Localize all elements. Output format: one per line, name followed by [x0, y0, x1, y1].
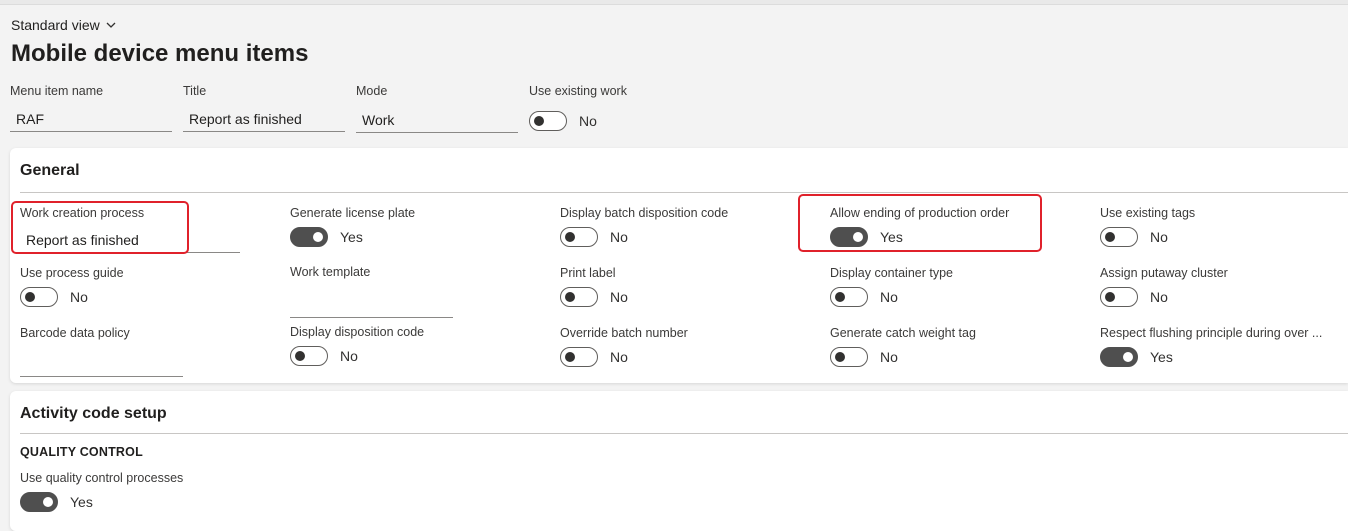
barcode-data-policy-input[interactable]: [20, 353, 183, 377]
print-label-toggle[interactable]: [560, 287, 598, 307]
display-disposition-code-toggle[interactable]: [290, 346, 328, 366]
mode-field: Mode Work: [356, 84, 518, 133]
assign-putaway-cluster-label: Assign putaway cluster: [1100, 266, 1228, 280]
display-disposition-code-value: No: [340, 348, 358, 364]
view-selector[interactable]: Standard view: [11, 17, 117, 33]
override-batch-number-value: No: [610, 349, 628, 365]
display-batch-disposition-code-field: Display batch disposition code No: [560, 206, 810, 247]
title-label: Title: [183, 84, 207, 98]
display-container-type-toggle[interactable]: [830, 287, 868, 307]
general-card: General Work creation process Report as …: [10, 148, 1348, 383]
generate-license-plate-label: Generate license plate: [290, 206, 416, 220]
divider: [20, 192, 1348, 193]
use-quality-control-field: Use quality control processes Yes: [20, 471, 270, 512]
work-template-field: Work template: [290, 265, 453, 318]
toggle-knob: [25, 291, 35, 302]
use-process-guide-field: Use process guide No: [20, 266, 270, 307]
activity-card-title: Activity code setup: [20, 405, 167, 422]
use-process-guide-toggle[interactable]: [20, 287, 58, 307]
view-selector-label: Standard view: [11, 17, 100, 33]
respect-flushing-principle-toggle[interactable]: [1100, 347, 1138, 367]
use-existing-tags-field: Use existing tags No: [1100, 206, 1340, 247]
display-disposition-code-label: Display disposition code: [290, 325, 425, 339]
work-template-input[interactable]: [290, 294, 453, 318]
generate-catch-weight-tag-toggle[interactable]: [830, 347, 868, 367]
highlight-allow-ending-production-order: [798, 194, 1042, 252]
toggle-knob: [1123, 351, 1133, 362]
toggle-knob: [835, 291, 845, 302]
quality-control-heading: QUALITY CONTROL: [20, 445, 143, 459]
toggle-knob: [1105, 231, 1115, 242]
toggle-knob: [565, 231, 575, 242]
top-bar: [0, 0, 1348, 5]
menu-item-name-input[interactable]: RAF: [10, 108, 172, 132]
display-container-type-field: Display container type No: [830, 266, 1080, 307]
override-batch-number-label: Override batch number: [560, 326, 688, 340]
use-existing-tags-value: No: [1150, 229, 1168, 245]
page-title: Mobile device menu items: [11, 40, 309, 67]
toggle-knob: [835, 351, 845, 362]
generate-license-plate-toggle[interactable]: [290, 227, 328, 247]
use-quality-control-toggle[interactable]: [20, 492, 58, 512]
use-existing-tags-label: Use existing tags: [1100, 206, 1196, 220]
display-batch-disposition-code-toggle[interactable]: [560, 227, 598, 247]
title-field: Title Report as finished: [183, 84, 345, 132]
override-batch-number-toggle[interactable]: [560, 347, 598, 367]
work-template-label: Work template: [290, 265, 371, 279]
use-existing-work-label: Use existing work: [529, 84, 627, 98]
general-card-title: General: [20, 162, 80, 179]
assign-putaway-cluster-field: Assign putaway cluster No: [1100, 266, 1340, 307]
respect-flushing-principle-value: Yes: [1150, 349, 1173, 365]
toggle-knob: [565, 351, 575, 362]
mode-select[interactable]: Work: [356, 109, 518, 133]
assign-putaway-cluster-value: No: [1150, 289, 1168, 305]
mode-label: Mode: [356, 84, 388, 98]
use-existing-work-field: Use existing work No: [529, 84, 689, 131]
divider: [20, 433, 1348, 434]
toggle-knob: [313, 231, 323, 242]
override-batch-number-field: Override batch number No: [560, 326, 810, 367]
use-process-guide-label: Use process guide: [20, 266, 124, 280]
toggle-knob: [534, 115, 544, 126]
print-label-field: Print label No: [560, 266, 810, 307]
print-label-value: No: [610, 289, 628, 305]
chevron-down-icon: [106, 22, 116, 28]
menu-item-name-field: Menu item name RAF: [10, 84, 172, 132]
activity-code-setup-card: Activity code setup QUALITY CONTROL Use …: [10, 391, 1348, 531]
generate-catch-weight-tag-value: No: [880, 349, 898, 365]
display-container-type-label: Display container type: [830, 266, 953, 280]
display-container-type-value: No: [880, 289, 898, 305]
toggle-knob: [295, 350, 305, 361]
use-existing-work-toggle[interactable]: [529, 111, 567, 131]
barcode-data-policy-field: Barcode data policy: [20, 326, 183, 377]
generate-catch-weight-tag-field: Generate catch weight tag No: [830, 326, 1080, 367]
print-label-label: Print label: [560, 266, 616, 280]
menu-item-name-label: Menu item name: [10, 84, 104, 98]
generate-catch-weight-tag-label: Generate catch weight tag: [830, 326, 976, 340]
use-existing-work-value: No: [579, 113, 597, 129]
highlight-work-creation-process: [11, 201, 189, 254]
display-batch-disposition-code-value: No: [610, 229, 628, 245]
use-existing-tags-toggle[interactable]: [1100, 227, 1138, 247]
toggle-knob: [1105, 291, 1115, 302]
toggle-knob: [565, 291, 575, 302]
assign-putaway-cluster-toggle[interactable]: [1100, 287, 1138, 307]
use-quality-control-label: Use quality control processes: [20, 471, 184, 485]
barcode-data-policy-label: Barcode data policy: [20, 326, 130, 340]
display-batch-disposition-code-label: Display batch disposition code: [560, 206, 729, 220]
respect-flushing-principle-field: Respect flushing principle during over .…: [1100, 326, 1340, 367]
use-quality-control-value: Yes: [70, 494, 93, 510]
title-input[interactable]: Report as finished: [183, 108, 345, 132]
respect-flushing-principle-label: Respect flushing principle during over .…: [1100, 326, 1323, 340]
use-process-guide-value: No: [70, 289, 88, 305]
toggle-knob: [43, 496, 53, 507]
generate-license-plate-value: Yes: [340, 229, 363, 245]
generate-license-plate-field: Generate license plate Yes: [290, 206, 540, 247]
display-disposition-code-field: Display disposition code No: [290, 325, 540, 366]
